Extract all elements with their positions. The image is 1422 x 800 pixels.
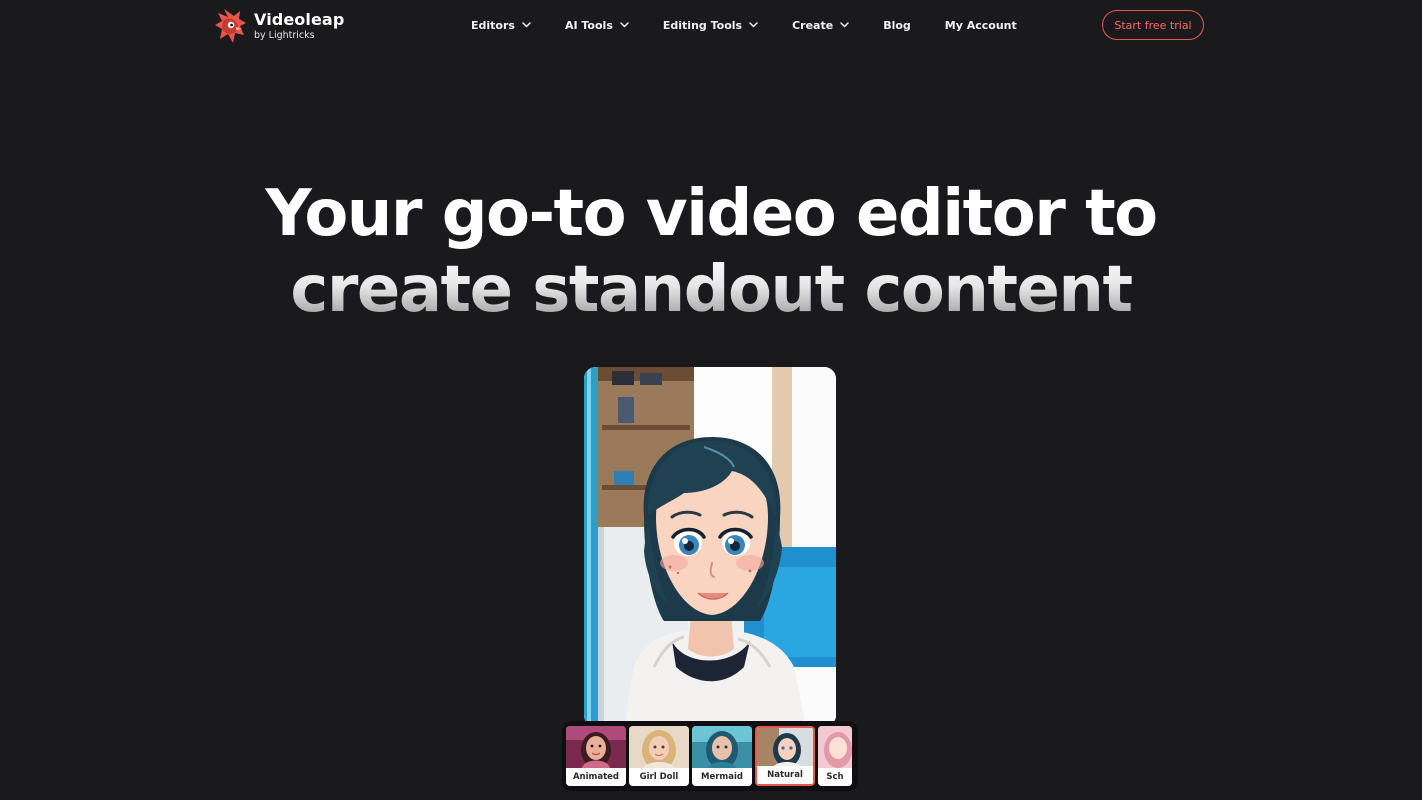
style-selector: Animated Girl Doll Mermaid Natural Sch (562, 721, 858, 791)
nav-item-ai-tools[interactable]: AI Tools (565, 19, 629, 32)
hero-title-line-2: create standout content (0, 252, 1422, 328)
style-thumbnail (629, 726, 689, 768)
video-preview[interactable] (584, 367, 836, 727)
hero-title-line-1: Your go-to video editor to (265, 177, 1158, 251)
style-label: Mermaid (692, 768, 752, 786)
brand-logo[interactable]: Videoleap by Lightricks (214, 7, 344, 45)
nav-item-editing-tools[interactable]: Editing Tools (663, 19, 758, 32)
nav-item-editors[interactable]: Editors (471, 19, 531, 32)
brand-name: Videoleap (254, 9, 345, 29)
main-nav: Editors AI Tools Editing Tools Create Bl… (471, 16, 1017, 34)
videoleap-logo-icon (215, 9, 246, 43)
style-label: Girl Doll (629, 768, 689, 786)
style-thumbnail (566, 726, 626, 768)
chevron-down-icon (620, 22, 629, 28)
nav-item-label: AI Tools (564, 18, 613, 32)
style-option-girl-doll[interactable]: Girl Doll (629, 726, 689, 786)
nav-item-my-account[interactable]: My Account (945, 19, 1017, 32)
style-option-natural[interactable]: Natural (755, 726, 815, 786)
style-thumbnail (692, 726, 752, 768)
anime-portrait-image (584, 367, 836, 727)
style-option-school[interactable]: Sch (818, 726, 852, 786)
nav-item-blog[interactable]: Blog (883, 19, 911, 32)
style-thumbnail (757, 728, 813, 770)
hero-title: Your go-to video editor to create stando… (0, 176, 1422, 328)
chevron-down-icon (840, 22, 849, 28)
site-header: Videoleap by Lightricks Editors AI Tools… (0, 0, 1422, 52)
nav-item-label: Blog (883, 18, 911, 32)
nav-item-label: My Account (944, 18, 1017, 32)
style-option-animated[interactable]: Animated (566, 726, 626, 786)
nav-item-create[interactable]: Create (792, 19, 849, 32)
style-option-mermaid[interactable]: Mermaid (692, 726, 752, 786)
chevron-down-icon (522, 22, 531, 28)
brand-byline: by Lightricks (254, 29, 315, 41)
style-track: Animated Girl Doll Mermaid Natural Sch (566, 726, 855, 786)
nav-item-label: Editing Tools (662, 18, 743, 32)
chevron-down-icon (749, 22, 758, 28)
style-label: Animated (566, 768, 626, 786)
style-label: Sch (818, 768, 852, 786)
start-free-trial-button[interactable]: Start free trial (1102, 10, 1204, 40)
nav-item-label: Editors (471, 18, 515, 32)
nav-item-label: Create (792, 18, 834, 32)
style-thumbnail (818, 726, 852, 768)
style-label: Natural (757, 766, 813, 784)
